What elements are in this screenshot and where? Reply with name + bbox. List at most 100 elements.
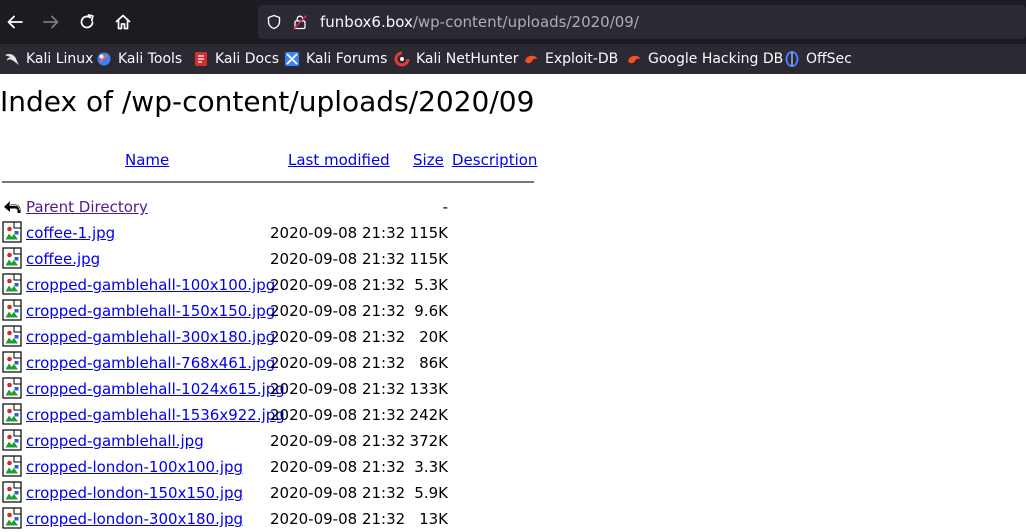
bookmark-kali-linux[interactable]: Kali Linux: [4, 49, 93, 69]
file-size: 5.3K: [414, 276, 448, 294]
back-button[interactable]: [1, 8, 29, 36]
bookmark-label: Kali NetHunter: [416, 51, 519, 67]
bookmark-google-hacking-db[interactable]: Google Hacking DB: [626, 49, 783, 69]
file-row: cropped-gamblehall-150x150.jpg 2020-09-0…: [0, 298, 540, 324]
forward-button[interactable]: [37, 8, 65, 36]
bookmarks-toolbar: Kali Linux Kali Tools Kali Docs Kali For…: [0, 44, 1026, 74]
arrow-right-icon: [43, 15, 59, 29]
file-size: 242K: [409, 406, 448, 424]
column-header-last-modified[interactable]: Last modified: [288, 150, 390, 170]
file-size: 9.6K: [414, 302, 448, 320]
file-link[interactable]: cropped-london-150x150.jpg: [26, 483, 243, 503]
nethunter-icon: [394, 51, 410, 67]
file-modified-date: 2020-09-08 21:32: [270, 354, 406, 372]
file-modified-date: 2020-09-08 21:32: [270, 250, 406, 268]
file-modified-date: 2020-09-08 21:32: [270, 406, 406, 424]
file-link[interactable]: cropped-gamblehall-1024x615.jpg: [26, 379, 285, 399]
file-row: cropped-gamblehall-100x100.jpg 2020-09-0…: [0, 272, 540, 298]
bookmark-label: Kali Linux: [26, 51, 94, 67]
url-host: funbox6.box: [320, 13, 413, 31]
file-size: 86K: [419, 354, 448, 372]
insecure-lock-icon[interactable]: [292, 14, 308, 30]
file-modified-date: 2020-09-08 21:32: [270, 302, 406, 320]
file-modified-date: 2020-09-08 21:32: [270, 458, 406, 476]
bookmark-label: Google Hacking DB: [648, 51, 784, 67]
file-size: 3.3K: [414, 458, 448, 476]
column-header-description[interactable]: Description: [452, 150, 537, 170]
file-size: 5.9K: [414, 484, 448, 502]
offsec-icon: [785, 51, 799, 67]
kali-dragon-icon: [5, 53, 19, 65]
address-bar[interactable]: funbox6.box/wp-content/uploads/2020/09/: [258, 5, 1026, 39]
bookmark-kali-docs[interactable]: Kali Docs: [193, 49, 279, 69]
file-link[interactable]: cropped-gamblehall-1536x922.jpg: [26, 405, 285, 425]
file-row: cropped-london-100x100.jpg 2020-09-08 21…: [0, 454, 540, 480]
column-header-size[interactable]: Size: [413, 150, 444, 170]
bookmark-label: Kali Forums: [306, 51, 388, 67]
reload-button[interactable]: [73, 8, 101, 36]
browser-toolbar: funbox6.box/wp-content/uploads/2020/09/: [0, 0, 1026, 44]
file-row: coffee.jpg 2020-09-08 21:32 115K: [0, 246, 540, 272]
file-link[interactable]: cropped-gamblehall.jpg: [26, 431, 204, 451]
file-row: cropped-gamblehall-300x180.jpg 2020-09-0…: [0, 324, 540, 350]
image-file-icon: [2, 273, 22, 295]
ghdb-icon: [628, 55, 640, 64]
file-row: cropped-gamblehall-768x461.jpg 2020-09-0…: [0, 350, 540, 376]
header-divider: [2, 181, 534, 183]
file-modified-date: 2020-09-08 21:32: [270, 276, 406, 294]
image-file-icon: [2, 377, 22, 399]
file-modified-date: 2020-09-08 21:32: [270, 432, 406, 450]
file-link[interactable]: cropped-london-100x100.jpg: [26, 457, 243, 477]
reload-icon: [80, 14, 94, 29]
file-modified-date: 2020-09-08 21:32: [270, 328, 406, 346]
url-path: /wp-content/uploads/2020/09/: [412, 13, 639, 31]
file-link[interactable]: cropped-gamblehall-100x100.jpg: [26, 275, 275, 295]
column-header-name[interactable]: Name: [125, 150, 169, 170]
bookmark-label: Kali Tools: [118, 51, 183, 67]
file-size: 115K: [409, 224, 448, 242]
file-row: coffee-1.jpg 2020-09-08 21:32 115K: [0, 220, 540, 246]
file-link[interactable]: coffee.jpg: [26, 249, 100, 269]
image-file-icon: [2, 325, 22, 347]
file-link[interactable]: cropped-gamblehall-150x150.jpg: [26, 301, 275, 321]
bookmark-label: Kali Docs: [215, 51, 280, 67]
image-file-icon: [2, 429, 22, 451]
bookmark-label: Exploit-DB: [545, 51, 619, 67]
image-file-icon: [2, 403, 22, 425]
image-file-icon: [2, 221, 22, 243]
page-content: Index of /wp-content/uploads/2020/09 Nam…: [0, 74, 1026, 532]
file-size: 13K: [419, 510, 448, 528]
file-row: cropped-london-300x180.jpg 2020-09-08 21…: [0, 506, 540, 532]
file-row: cropped-gamblehall.jpg 2020-09-08 21:32 …: [0, 428, 540, 454]
image-file-icon: [2, 247, 22, 269]
file-row: cropped-gamblehall-1536x922.jpg 2020-09-…: [0, 402, 540, 428]
bookmark-kali-forums[interactable]: Kali Forums: [284, 49, 387, 69]
kali-docs-icon: [195, 52, 207, 66]
url-text[interactable]: funbox6.box/wp-content/uploads/2020/09/: [320, 12, 639, 32]
parent-directory-link[interactable]: Parent Directory: [26, 197, 148, 217]
bookmark-label: OffSec: [806, 51, 852, 67]
file-link[interactable]: cropped-gamblehall-300x180.jpg: [26, 327, 275, 347]
file-modified-date: 2020-09-08 21:32: [270, 510, 406, 528]
bookmark-offsec[interactable]: OffSec: [784, 49, 852, 69]
bookmark-kali-nethunter[interactable]: Kali NetHunter: [394, 49, 518, 69]
image-file-icon: [2, 481, 22, 503]
bookmark-exploit-db[interactable]: Exploit-DB: [523, 49, 618, 69]
kali-forums-icon: [285, 52, 299, 66]
shield-icon[interactable]: [266, 14, 282, 30]
file-link[interactable]: coffee-1.jpg: [26, 223, 115, 243]
bookmark-kali-tools[interactable]: Kali Tools: [96, 49, 182, 69]
file-size: 20K: [419, 328, 448, 346]
image-file-icon: [2, 507, 22, 529]
file-modified-date: 2020-09-08 21:32: [270, 380, 406, 398]
image-file-icon: [2, 299, 22, 321]
arrow-left-icon: [7, 15, 23, 29]
file-size: 115K: [409, 250, 448, 268]
file-link[interactable]: cropped-gamblehall-768x461.jpg: [26, 353, 275, 373]
file-link[interactable]: cropped-london-300x180.jpg: [26, 509, 243, 529]
home-button[interactable]: [109, 8, 137, 36]
file-size: 372K: [409, 432, 448, 450]
home-icon: [115, 14, 131, 30]
image-file-icon: [2, 351, 22, 373]
back-arrow-icon: [4, 201, 21, 213]
